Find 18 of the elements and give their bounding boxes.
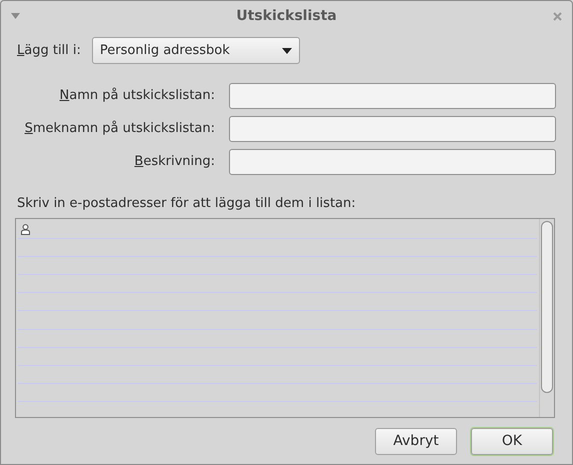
window-title: Utskickslista	[235, 6, 338, 26]
address-list[interactable]	[15, 218, 555, 418]
input-field[interactable]	[229, 116, 556, 142]
person-icon	[21, 224, 30, 235]
list-label: Skriv in e-postadresser för att lägga till dem i listan:	[17, 195, 357, 213]
menu-icon[interactable]	[11, 13, 20, 19]
input-field[interactable]	[229, 149, 556, 175]
close-icon[interactable]	[553, 12, 562, 20]
field-label: Namn på utskickslistan:	[58, 86, 215, 106]
scrollbar-thumb[interactable]	[541, 220, 553, 392]
input-field[interactable]	[229, 83, 556, 109]
field-label: Smeknamn på utskickslistan:	[24, 120, 215, 138]
address-book-dropdown[interactable]: Personlig adressbok	[92, 37, 300, 64]
caret-icon	[282, 48, 292, 54]
dialog-button[interactable]: Avbryt	[375, 428, 457, 454]
dialog-button[interactable]: OK	[471, 428, 553, 454]
field-label: Lägg till i:	[17, 42, 81, 60]
field-label: Beskrivning:	[133, 153, 215, 172]
